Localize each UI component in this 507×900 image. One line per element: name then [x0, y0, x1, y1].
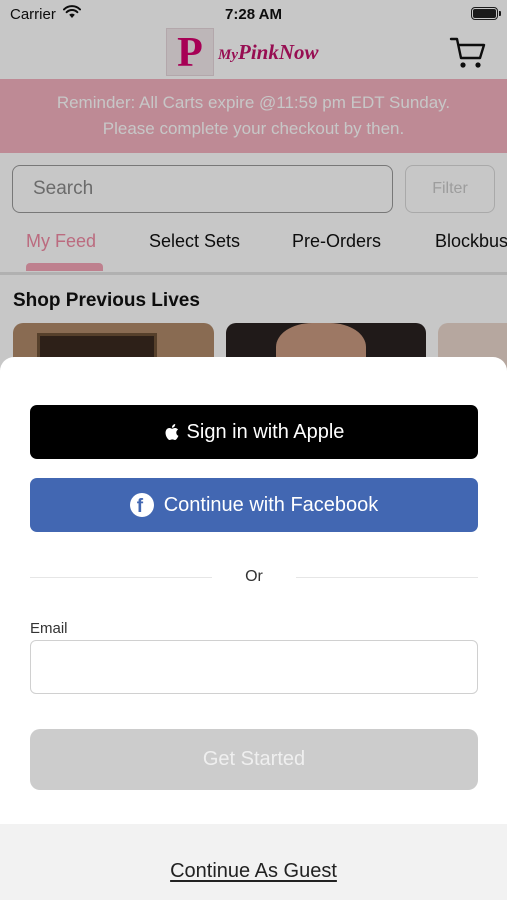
guest-footer: Continue As Guest — [0, 824, 507, 900]
facebook-button-label: Continue with Facebook — [163, 493, 379, 516]
email-field[interactable] — [30, 640, 478, 694]
get-started-button[interactable]: Get Started — [30, 729, 478, 790]
apple-button-label: Sign in with Apple — [186, 420, 345, 443]
apple-icon — [165, 424, 178, 440]
sign-in-with-apple-button[interactable]: Sign in with Apple — [30, 405, 478, 459]
or-divider: Or — [30, 565, 478, 589]
sign-in-sheet: Sign in with Apple f Continue with Faceb… — [0, 357, 507, 900]
continue-with-facebook-button[interactable]: f Continue with Facebook — [30, 478, 478, 532]
divider-line — [296, 577, 478, 578]
continue-as-guest-link[interactable]: Continue As Guest — [0, 860, 507, 883]
email-label: Email — [30, 620, 68, 637]
facebook-icon: f — [129, 493, 154, 517]
